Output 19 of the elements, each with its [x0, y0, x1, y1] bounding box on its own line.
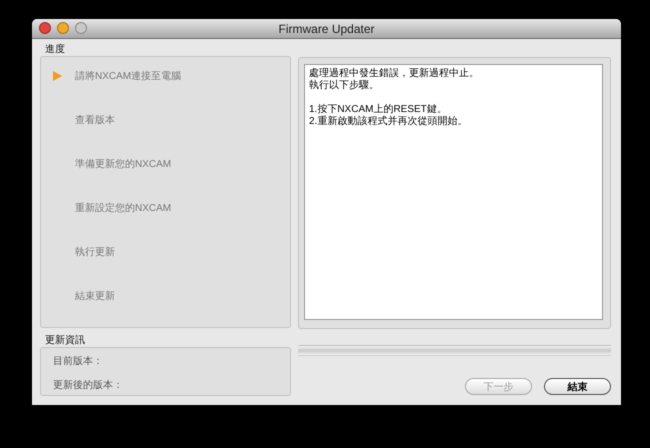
step-label: 執行更新: [75, 246, 115, 258]
step-label: 重新設定您的NXCAM: [75, 202, 172, 214]
section-label: 進度: [44, 43, 66, 56]
zoom-button[interactable]: [75, 22, 87, 34]
minimize-button[interactable]: [57, 22, 69, 34]
window-title: Firmware Updater: [278, 22, 375, 36]
section-label: 更新資訊: [44, 334, 86, 347]
step-label: 結束更新: [75, 290, 115, 302]
message-line: 1.按下NXCAM上的RESET鍵。: [309, 104, 448, 116]
message-line: 處理過程中發生錯誤，更新過程中止。: [309, 68, 480, 80]
close-button[interactable]: [39, 22, 51, 34]
info-label: 更新後的版本：: [53, 378, 124, 392]
dialog-button[interactable]: 結束: [544, 378, 611, 395]
step-label: 準備更新您的NXCAM: [75, 158, 172, 170]
step-label: 請將NXCAM連接至電腦: [75, 70, 182, 82]
info-label: 目前版本：: [53, 354, 104, 368]
step-label: 查看版本: [75, 114, 115, 126]
message-line: 執行以下步驟。: [309, 80, 380, 92]
message-line: 2.重新啟動該程式并再次從頭開始。: [309, 116, 468, 128]
